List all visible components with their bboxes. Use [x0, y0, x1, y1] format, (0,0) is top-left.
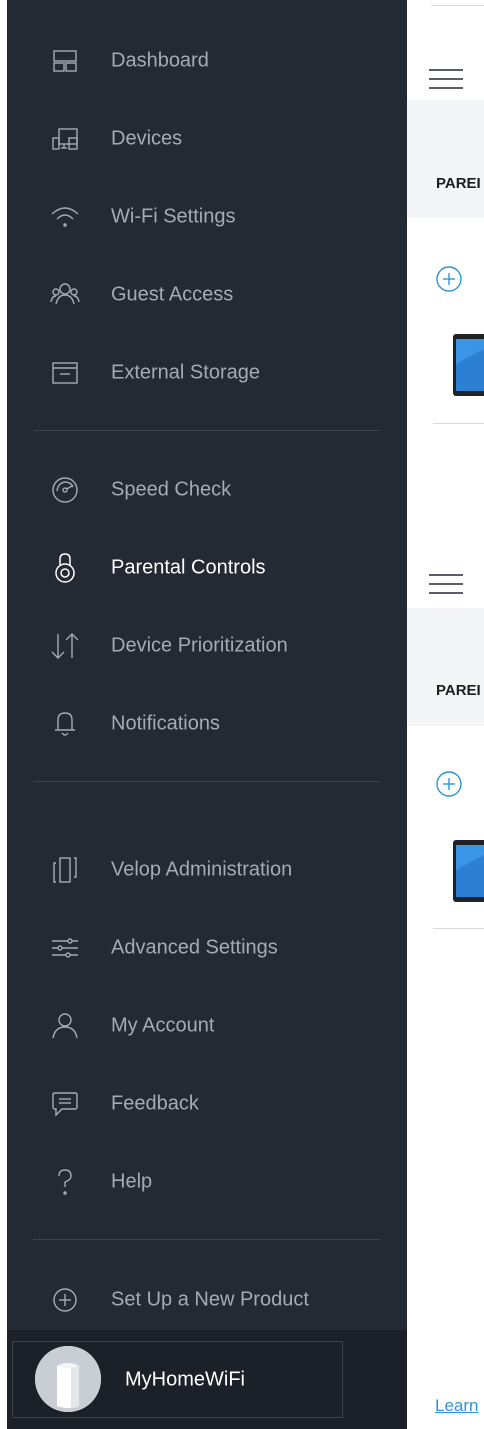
- sidebar-item-label: Guest Access: [111, 283, 234, 306]
- sidebar-item-label: Notifications: [111, 712, 220, 735]
- sidebar-item-label: Advanced Settings: [111, 936, 278, 959]
- add-icon[interactable]: [435, 770, 463, 798]
- sidebar-item-label: Parental Controls: [111, 556, 266, 579]
- sliders-icon: [49, 932, 81, 964]
- sidebar-item-label: My Account: [111, 1014, 215, 1037]
- header-band: [407, 100, 484, 218]
- bell-icon: [49, 708, 81, 740]
- divider: [433, 928, 484, 929]
- divider: [33, 430, 380, 431]
- sidebar-item-label: Velop Administration: [111, 858, 293, 881]
- sidebar-item-feedback[interactable]: Feedback: [7, 1076, 407, 1132]
- divider: [431, 5, 484, 6]
- sidebar-item-devices[interactable]: Devices: [7, 111, 407, 167]
- question-icon: [49, 1166, 81, 1198]
- add-icon[interactable]: [435, 265, 463, 293]
- sidebar-item-parental-controls[interactable]: Parental Controls: [7, 540, 407, 596]
- speedometer-icon: [49, 474, 81, 506]
- guest-access-icon: [49, 279, 81, 311]
- sidebar-item-label: Device Prioritization: [111, 634, 288, 657]
- phone-device-icon: [453, 334, 484, 396]
- sidebar-item-dashboard[interactable]: Dashboard: [7, 33, 407, 89]
- set-up-new-product-button[interactable]: Set Up a New Product: [7, 1272, 407, 1328]
- sidebar-item-velop-administration[interactable]: Velop Administration: [7, 842, 407, 898]
- sidebar-item-label: Set Up a New Product: [111, 1288, 309, 1311]
- phone-device-icon: [453, 840, 484, 902]
- hamburger-menu-icon[interactable]: [429, 572, 463, 596]
- priority-arrows-icon: [49, 630, 81, 662]
- sidebar-menu: Dashboard Devices Wi-Fi Settings Guest A…: [7, 0, 407, 1429]
- user-icon: [49, 1010, 81, 1042]
- sidebar-item-label: Speed Check: [111, 478, 232, 501]
- sidebar-item-help[interactable]: Help: [7, 1154, 407, 1210]
- plus-circle-icon: [49, 1284, 81, 1316]
- learn-more-link[interactable]: Learn: [435, 1396, 478, 1416]
- velop-node-icon: [49, 854, 81, 886]
- network-selector[interactable]: MyHomeWiFi: [12, 1341, 343, 1418]
- chat-icon: [49, 1088, 81, 1120]
- sidebar-item-wifi-settings[interactable]: Wi-Fi Settings: [7, 189, 407, 245]
- main-content-preview: PAREI PAREI Learn: [407, 0, 484, 1429]
- sidebar-item-label: Wi-Fi Settings: [111, 205, 236, 228]
- sidebar-item-label: External Storage: [111, 361, 260, 384]
- velop-node-avatar-icon: [35, 1346, 101, 1412]
- divider: [33, 1239, 380, 1240]
- section-title: PAREI: [436, 682, 481, 699]
- dashboard-icon: [49, 45, 81, 77]
- network-name: MyHomeWiFi: [125, 1368, 245, 1390]
- storage-icon: [49, 357, 81, 389]
- section-title: PAREI: [436, 175, 481, 192]
- sidebar-item-label: Devices: [111, 127, 183, 150]
- sidebar-item-advanced-settings[interactable]: Advanced Settings: [7, 920, 407, 976]
- sidebar-item-external-storage[interactable]: External Storage: [7, 345, 407, 401]
- header-band: [407, 608, 484, 726]
- divider: [433, 423, 484, 424]
- sidebar-item-my-account[interactable]: My Account: [7, 998, 407, 1054]
- wifi-icon: [49, 201, 81, 233]
- lock-icon: [49, 552, 81, 584]
- divider: [33, 781, 380, 782]
- hamburger-menu-icon[interactable]: [429, 67, 463, 91]
- devices-icon: [49, 123, 81, 155]
- sidebar-item-device-prioritization[interactable]: Device Prioritization: [7, 618, 407, 674]
- sidebar-item-label: Help: [111, 1170, 153, 1193]
- sidebar-item-speed-check[interactable]: Speed Check: [7, 462, 407, 518]
- sidebar-item-label: Feedback: [111, 1092, 199, 1115]
- sidebar-item-guest-access[interactable]: Guest Access: [7, 267, 407, 323]
- sidebar-item-label: Dashboard: [111, 49, 209, 72]
- sidebar-item-notifications[interactable]: Notifications: [7, 696, 407, 752]
